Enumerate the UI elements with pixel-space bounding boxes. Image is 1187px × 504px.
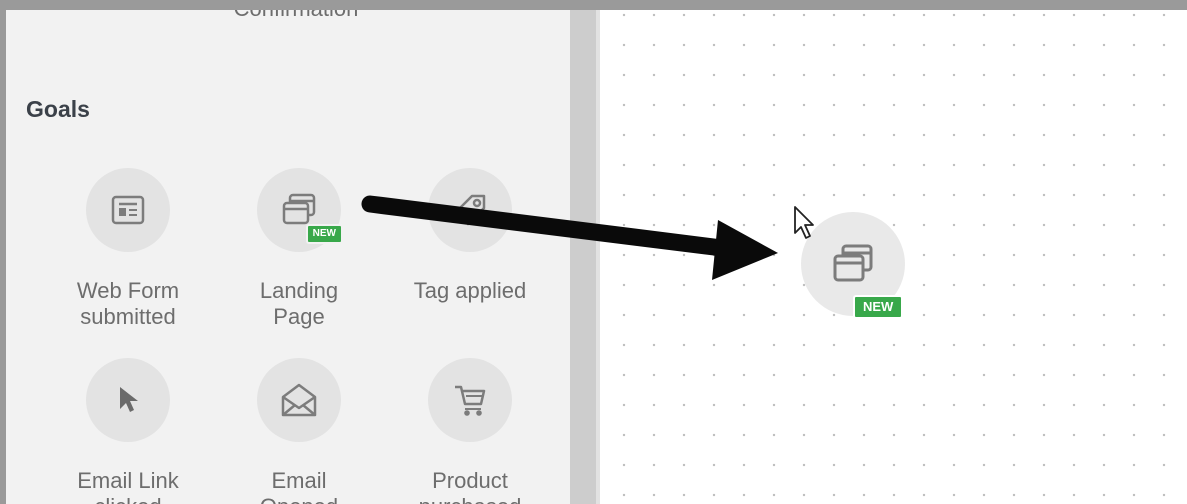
mouse-pointer-icon [794, 206, 814, 239]
drag-arrow-annotation [361, 195, 778, 280]
